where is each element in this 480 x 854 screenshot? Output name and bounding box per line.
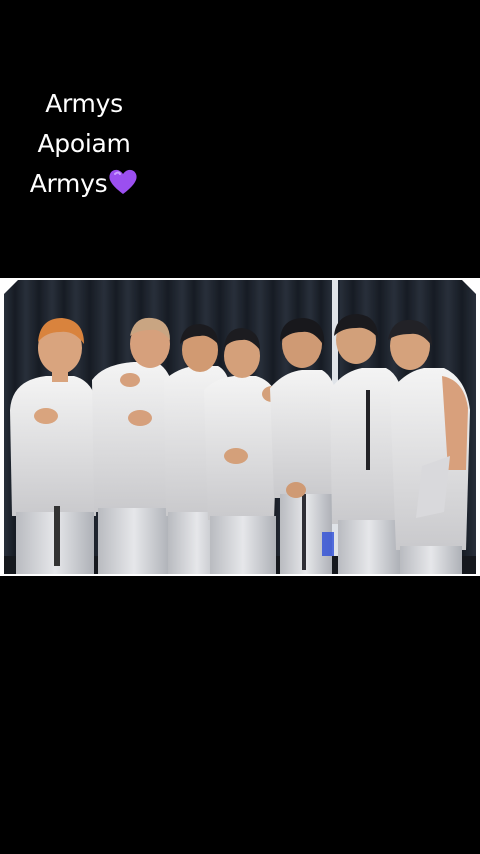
video-screen: Armys Apoiam Armys <box>0 0 480 854</box>
caption-line-1: Armys <box>45 89 123 118</box>
caption-line-3: Armys <box>14 164 154 208</box>
caption-line-3-text: Armys <box>29 169 108 198</box>
group-photo <box>4 280 476 574</box>
caption-text-overlay: Armys Apoiam Armys <box>14 84 154 208</box>
photo-frame <box>0 278 480 576</box>
purple-heart-icon <box>108 168 138 208</box>
group-photo-illustration <box>4 280 476 574</box>
caption-line-2: Apoiam <box>37 129 131 158</box>
